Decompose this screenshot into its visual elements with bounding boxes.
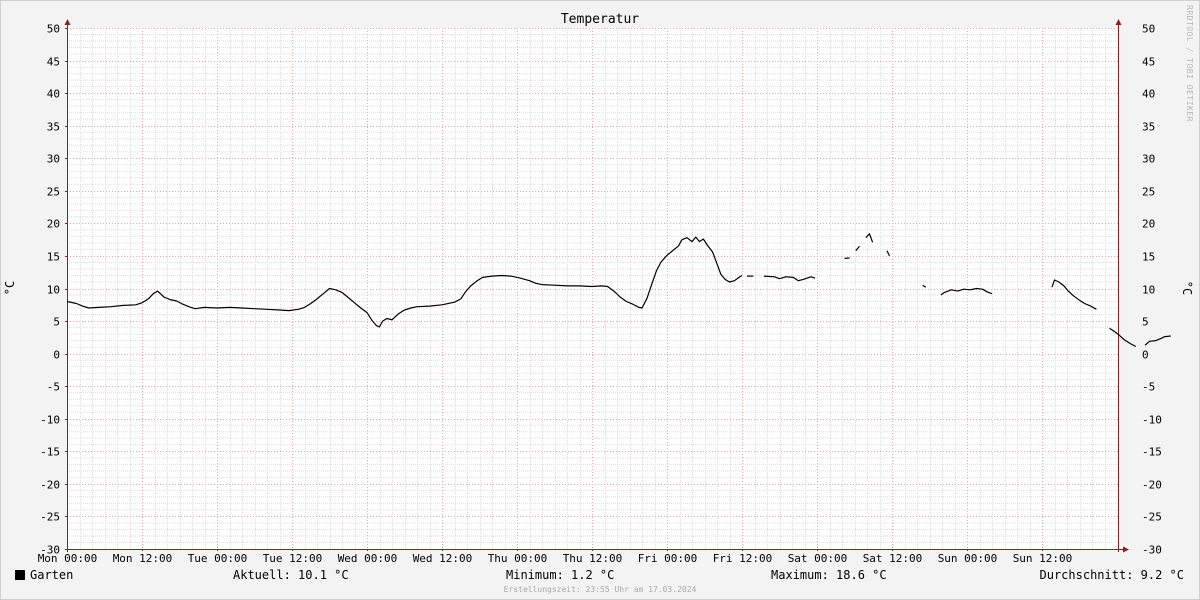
y-axis-arrow-right — [1115, 19, 1122, 25]
y-tick-label-left: 40 — [47, 88, 60, 101]
y-tick-label-left: 25 — [47, 186, 60, 199]
x-tick-label: Wed 00:00 — [338, 552, 398, 565]
legend-minimum: Minimum: 1.2 °C — [506, 568, 615, 582]
x-tick-label: Tue 00:00 — [188, 552, 248, 565]
y-tick-label-right: -5 — [1142, 381, 1155, 394]
y-tick-label-left: -5 — [47, 381, 60, 394]
y-tick-label-right: 50 — [1142, 23, 1155, 36]
y-tick-label-right: 40 — [1142, 88, 1155, 101]
x-tick-label: Sun 00:00 — [938, 552, 998, 565]
y-tick-label-right: -20 — [1142, 479, 1162, 492]
series-line-segment — [1144, 335, 1171, 346]
x-tick-label: Wed 12:00 — [413, 552, 473, 565]
y-tick-label-right: 15 — [1142, 251, 1155, 264]
y-tick-label-left: 5 — [53, 316, 60, 329]
y-tick-label-left: 15 — [47, 251, 60, 264]
y-tick-label-right: 30 — [1142, 153, 1155, 166]
y-axis-arrow-left — [64, 19, 71, 25]
x-tick-label: Sun 12:00 — [1013, 552, 1073, 565]
y-tick-label-left: 0 — [53, 349, 60, 362]
y-tick-label-left: -15 — [40, 446, 60, 459]
legend-average: Durchschnitt: 9.2 °C — [1039, 568, 1185, 582]
x-tick-label: Thu 00:00 — [488, 552, 548, 565]
y-tick-label-left: 30 — [47, 153, 60, 166]
x-axis-arrow — [1123, 546, 1129, 553]
x-tick-label: Fri 12:00 — [713, 552, 773, 565]
y-tick-label-left: -25 — [40, 511, 60, 524]
y-tick-label-right: 25 — [1142, 186, 1155, 199]
y-axis-label-left: °C — [3, 281, 17, 295]
x-tick-label: Fri 00:00 — [638, 552, 698, 565]
legend-maximum: Maximum: 18.6 °C — [771, 568, 887, 582]
chart-title: Temperatur — [561, 12, 639, 27]
x-tick-label: Sat 00:00 — [788, 552, 848, 565]
y-tick-label-left: 50 — [47, 23, 60, 36]
y-tick-label-right: 10 — [1142, 284, 1155, 297]
y-tick-label-left: 10 — [47, 284, 60, 297]
y-axis-label-right: °C — [1180, 281, 1194, 295]
y-tick-label-left: 45 — [47, 56, 60, 69]
y-tick-label-right: 35 — [1142, 121, 1155, 134]
y-tick-label-left: 35 — [47, 121, 60, 134]
x-tick-label: Thu 12:00 — [563, 552, 623, 565]
y-tick-label-right: -15 — [1142, 446, 1162, 459]
legend-series-name: Garten — [30, 568, 74, 582]
series-line-segment — [844, 257, 850, 260]
temperature-chart: 50 5045 4540 4035 3530 3025 2520 2015 1510 105 50 0… — [3, 5, 1194, 565]
y-tick-label-right: 20 — [1142, 218, 1155, 231]
y-tick-label-right: 45 — [1142, 56, 1155, 69]
y-tick-label-right: -25 — [1142, 511, 1162, 524]
y-tick-label-right: 0 — [1142, 349, 1149, 362]
x-tick-label: Tue 12:00 — [263, 552, 323, 565]
y-tick-label-left: -10 — [40, 414, 60, 427]
y-tick-label-left: 20 — [47, 218, 60, 231]
y-tick-label-left: -20 — [40, 479, 60, 492]
y-tick-label-right: -30 — [1142, 544, 1162, 557]
x-tick-label: Mon 00:00 — [38, 552, 98, 565]
x-tick-label: Sat 12:00 — [863, 552, 923, 565]
x-tick-label: Mon 12:00 — [113, 552, 173, 565]
footer-timestamp: Erstellungszeit: 23:55 Uhr am 17.03.2024 — [503, 585, 697, 594]
legend-current: Aktuell: 10.1 °C — [233, 568, 349, 582]
y-tick-label-right: 5 — [1142, 316, 1149, 329]
watermark: RRDTOOL / TOBI OETIKER — [1185, 5, 1194, 122]
legend: Garten Aktuell: 10.1 °C Minimum: 1.2 °C … — [0, 568, 1200, 584]
y-tick-label-right: -10 — [1142, 414, 1162, 427]
